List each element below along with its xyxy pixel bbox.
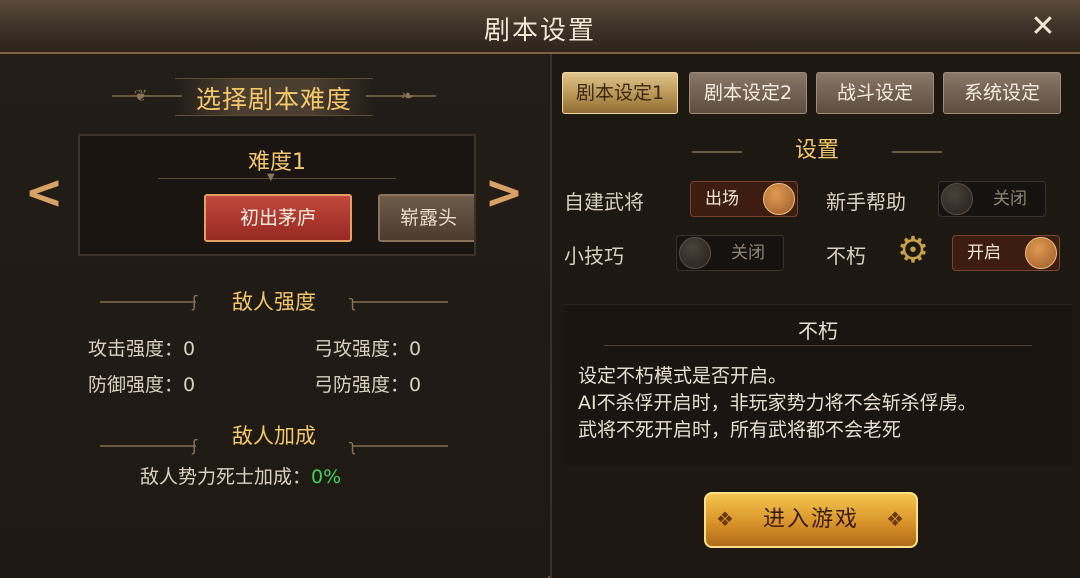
title-bar: 剧本设置 ✕ xyxy=(0,0,1080,54)
newbie-help-label: 新手帮助 xyxy=(826,190,906,214)
enemy-strength-title: 敌人强度 xyxy=(232,290,316,314)
bow-defense-strength: 弓防强度：0 xyxy=(314,374,422,396)
toggle-knob-icon xyxy=(679,237,711,269)
enemy-bonus-value: 0% xyxy=(311,466,342,488)
settings-panel: 剧本设定1 剧本设定2 战斗设定 系统设定 设置 自建武将 出场 新手帮助 关闭… xyxy=(550,54,1080,578)
tab-script-settings-1[interactable]: 剧本设定1 xyxy=(562,72,678,114)
tips-state: 关闭 xyxy=(731,243,765,263)
immortal-label: 不朽 xyxy=(826,244,866,268)
select-difficulty-title: 选择剧本难度 xyxy=(195,85,352,114)
description-text: 设定不朽模式是否开启。 AI不杀俘开启时，非玩家势力将不会斩杀俘虏。 武将不死开… xyxy=(578,365,977,441)
difficulty-name: 难度1 xyxy=(248,150,306,175)
enemy-bonus-row: 敌人势力死士加成：0% xyxy=(140,462,341,489)
description-title: 不朽 xyxy=(798,319,838,343)
divider xyxy=(604,345,1032,346)
tips-label: 小技巧 xyxy=(564,244,624,268)
attack-strength: 攻击强度：0 xyxy=(88,338,196,360)
prev-difficulty-arrow[interactable]: < xyxy=(24,169,64,215)
newbie-help-toggle[interactable]: 关闭 xyxy=(938,181,1046,217)
immortal-state: 开启 xyxy=(967,243,1001,263)
difficulty-box: 难度1 ▼ 初出茅庐 崭露头 xyxy=(78,134,476,256)
settings-title: 设置 xyxy=(794,138,839,163)
close-icon[interactable]: ✕ xyxy=(1028,12,1058,42)
divider xyxy=(158,178,396,179)
defense-strength: 防御强度：0 xyxy=(88,374,196,396)
ornament-right-icon: ❖ xyxy=(886,507,906,531)
gear-icon[interactable]: ⚙ xyxy=(894,232,932,270)
custom-generals-label: 自建武将 xyxy=(564,190,644,214)
enemy-bonus-label: 敌人势力死士加成： xyxy=(140,466,312,488)
tab-system-settings[interactable]: 系统设定 xyxy=(943,72,1061,114)
custom-generals-state: 出场 xyxy=(705,189,739,209)
mode-button-active[interactable]: 初出茅庐 xyxy=(204,194,352,242)
dialog-title: 剧本设置 xyxy=(483,16,596,46)
difficulty-panel: ❦ ❧ 选择剧本难度 < > 难度1 ▼ 初出茅庐 崭露头 ʃ ʅ 敌人强度 攻… xyxy=(0,54,548,578)
next-difficulty-arrow[interactable]: > xyxy=(484,169,524,215)
toggle-knob-icon xyxy=(763,183,795,215)
divider-mark-icon: ▼ xyxy=(267,172,275,183)
tab-script-settings-2[interactable]: 剧本设定2 xyxy=(689,72,807,114)
enter-game-label: 进入游戏 xyxy=(762,507,859,532)
toggle-knob-icon xyxy=(941,183,973,215)
toggle-knob-icon xyxy=(1025,237,1057,269)
tips-toggle[interactable]: 关闭 xyxy=(676,235,784,271)
ornament-left-icon: ❖ xyxy=(716,507,736,531)
custom-generals-toggle[interactable]: 出场 xyxy=(690,181,798,217)
description-box: 不朽 设定不朽模式是否开启。 AI不杀俘开启时，非玩家势力将不会斩杀俘虏。 武将… xyxy=(564,304,1072,465)
enemy-bonus-title: 敌人加成 xyxy=(232,424,316,448)
mode-button-next[interactable]: 崭露头 xyxy=(378,194,474,242)
newbie-help-state: 关闭 xyxy=(993,189,1027,209)
enter-game-button[interactable]: ❖ 进入游戏 ❖ xyxy=(704,492,918,548)
bow-attack-strength: 弓攻强度：0 xyxy=(314,338,422,360)
tab-battle-settings[interactable]: 战斗设定 xyxy=(816,72,934,114)
immortal-toggle[interactable]: 开启 xyxy=(952,235,1060,271)
